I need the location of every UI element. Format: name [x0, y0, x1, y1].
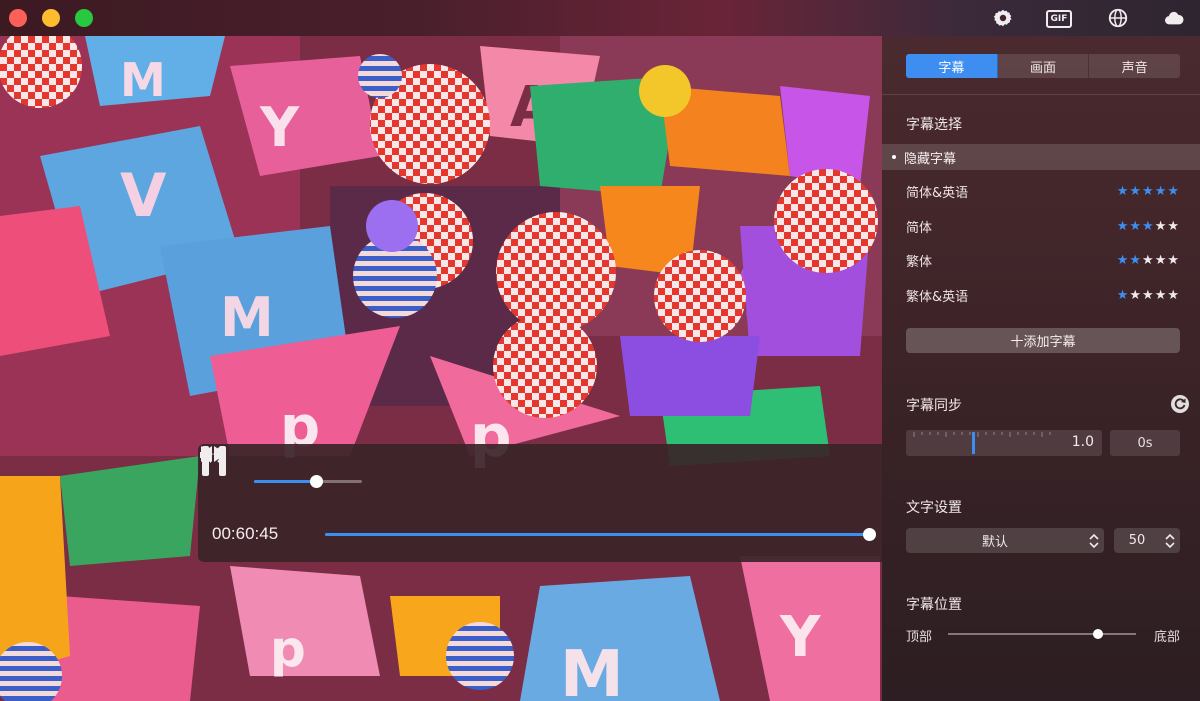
- rating-stars: ★★★★★: [1117, 288, 1180, 303]
- volume-slider[interactable]: [254, 475, 362, 488]
- divider: [882, 94, 1200, 95]
- star-icon: ★: [1142, 252, 1155, 268]
- sync-offset-button[interactable]: 0s: [1110, 430, 1180, 456]
- subtitle-item-label: 繁体&英语: [906, 289, 969, 305]
- current-time: 00:60:45: [212, 524, 279, 543]
- font-select[interactable]: 默认: [906, 528, 1104, 553]
- volume-fill: [254, 480, 316, 483]
- subtitle-item[interactable]: 繁体&英语 ★★★★★: [906, 284, 1180, 306]
- star-icon: ★: [1167, 218, 1180, 234]
- text-settings-title: 文字设置: [906, 500, 962, 516]
- reset-sync-icon[interactable]: [1170, 394, 1190, 414]
- star-icon: ★: [1154, 218, 1168, 234]
- panel-tabs: 字幕 画面 声音: [906, 54, 1180, 78]
- sync-value: 1.0: [1071, 434, 1094, 450]
- title-bar: GIF: [0, 0, 1200, 36]
- position-top-label: 顶部: [906, 630, 933, 645]
- svg-text:M: M: [220, 286, 274, 349]
- star-icon: ★: [1167, 252, 1180, 268]
- star-icon: ★: [1129, 287, 1143, 303]
- video-artwork: M V Y M p p A M Y p M: [0, 36, 882, 701]
- subtitle-item[interactable]: 简体 ★★★★★: [906, 215, 1180, 237]
- globe-icon[interactable]: [1107, 7, 1129, 29]
- star-icon: ★: [1154, 183, 1168, 199]
- subtitle-item[interactable]: 繁体 ★★★★★: [906, 249, 1180, 271]
- font-size-select[interactable]: 50: [1114, 528, 1180, 553]
- tab-sound[interactable]: 声音: [1089, 54, 1180, 78]
- star-icon: ★: [1129, 218, 1143, 234]
- seek-bar[interactable]: [325, 528, 876, 541]
- rating-stars: ★★★★★: [1117, 219, 1180, 234]
- star-icon: ★: [1116, 218, 1130, 234]
- tab-picture[interactable]: 画面: [998, 54, 1090, 78]
- ruler-marker[interactable]: [972, 432, 975, 454]
- gear-icon[interactable]: [992, 7, 1014, 29]
- star-icon: ★: [1116, 287, 1130, 303]
- subtitle-sync-title: 字幕同步: [906, 398, 962, 414]
- star-icon: ★: [1154, 287, 1168, 303]
- tab-subtitles[interactable]: 字幕: [906, 54, 998, 78]
- seek-fill: [325, 533, 869, 536]
- sync-ruler[interactable]: 1.0: [906, 430, 1102, 456]
- star-icon: ★: [1154, 252, 1168, 268]
- svg-text:Y: Y: [779, 605, 822, 670]
- seek-knob[interactable]: [863, 528, 876, 541]
- close-window-button[interactable]: [9, 9, 27, 27]
- svg-text:V: V: [120, 161, 167, 231]
- chevron-up-down-icon[interactable]: [1160, 528, 1180, 553]
- fast-forward-icon[interactable]: [198, 444, 228, 464]
- subtitle-item-label: 简体: [906, 220, 933, 236]
- font-size-value: 50: [1128, 533, 1146, 548]
- star-icon: ★: [1167, 183, 1180, 199]
- hide-subtitles-option[interactable]: 隐藏字幕: [882, 144, 1200, 170]
- settings-panel: 字幕 画面 声音 字幕选择 隐藏字幕 简体&英语 ★★★★★ 简体 ★★★★★ …: [882, 36, 1200, 701]
- star-icon: ★: [1142, 287, 1155, 303]
- star-icon: ★: [1129, 183, 1143, 199]
- volume-knob[interactable]: [309, 475, 323, 488]
- subtitle-position-title: 字幕位置: [906, 597, 962, 613]
- subtitle-position-row: 顶部 底部: [906, 624, 1180, 645]
- subtitle-item-label: 繁体: [906, 254, 933, 270]
- rating-stars: ★★★★★: [1117, 184, 1180, 199]
- add-subtitle-button[interactable]: 十添加字幕: [906, 328, 1180, 353]
- position-knob[interactable]: [1093, 629, 1104, 639]
- font-select-value: 默认: [981, 535, 1008, 550]
- minimize-window-button[interactable]: [42, 9, 60, 27]
- subtitle-select-title: 字幕选择: [906, 117, 962, 133]
- video-frame[interactable]: M V Y M p p A M Y p M: [0, 36, 882, 701]
- hide-subtitles-label: 隐藏字幕: [904, 151, 957, 167]
- player-controls: 00:60:45: [198, 444, 882, 562]
- svg-text:M: M: [120, 53, 166, 107]
- star-icon: ★: [1116, 183, 1130, 199]
- zoom-window-button[interactable]: [75, 9, 93, 27]
- subtitle-item-label: 简体&英语: [906, 185, 969, 201]
- gif-icon[interactable]: GIF: [1046, 10, 1072, 28]
- cloud-icon[interactable]: [1163, 7, 1185, 29]
- star-icon: ★: [1116, 252, 1130, 268]
- subtitle-position-slider[interactable]: [948, 629, 1136, 639]
- star-icon: ★: [1142, 183, 1155, 199]
- star-icon: ★: [1129, 252, 1143, 268]
- svg-text:M: M: [560, 638, 624, 701]
- svg-text:Y: Y: [259, 96, 300, 159]
- chevron-up-down-icon[interactable]: [1084, 528, 1104, 553]
- svg-text:p: p: [270, 620, 306, 678]
- subtitle-item[interactable]: 简体&英语 ★★★★★: [906, 180, 1180, 202]
- selected-bullet-icon: [892, 155, 896, 159]
- rating-stars: ★★★★★: [1117, 253, 1180, 268]
- star-icon: ★: [1142, 218, 1155, 234]
- star-icon: ★: [1167, 287, 1180, 303]
- position-bottom-label: 底部: [1153, 630, 1180, 645]
